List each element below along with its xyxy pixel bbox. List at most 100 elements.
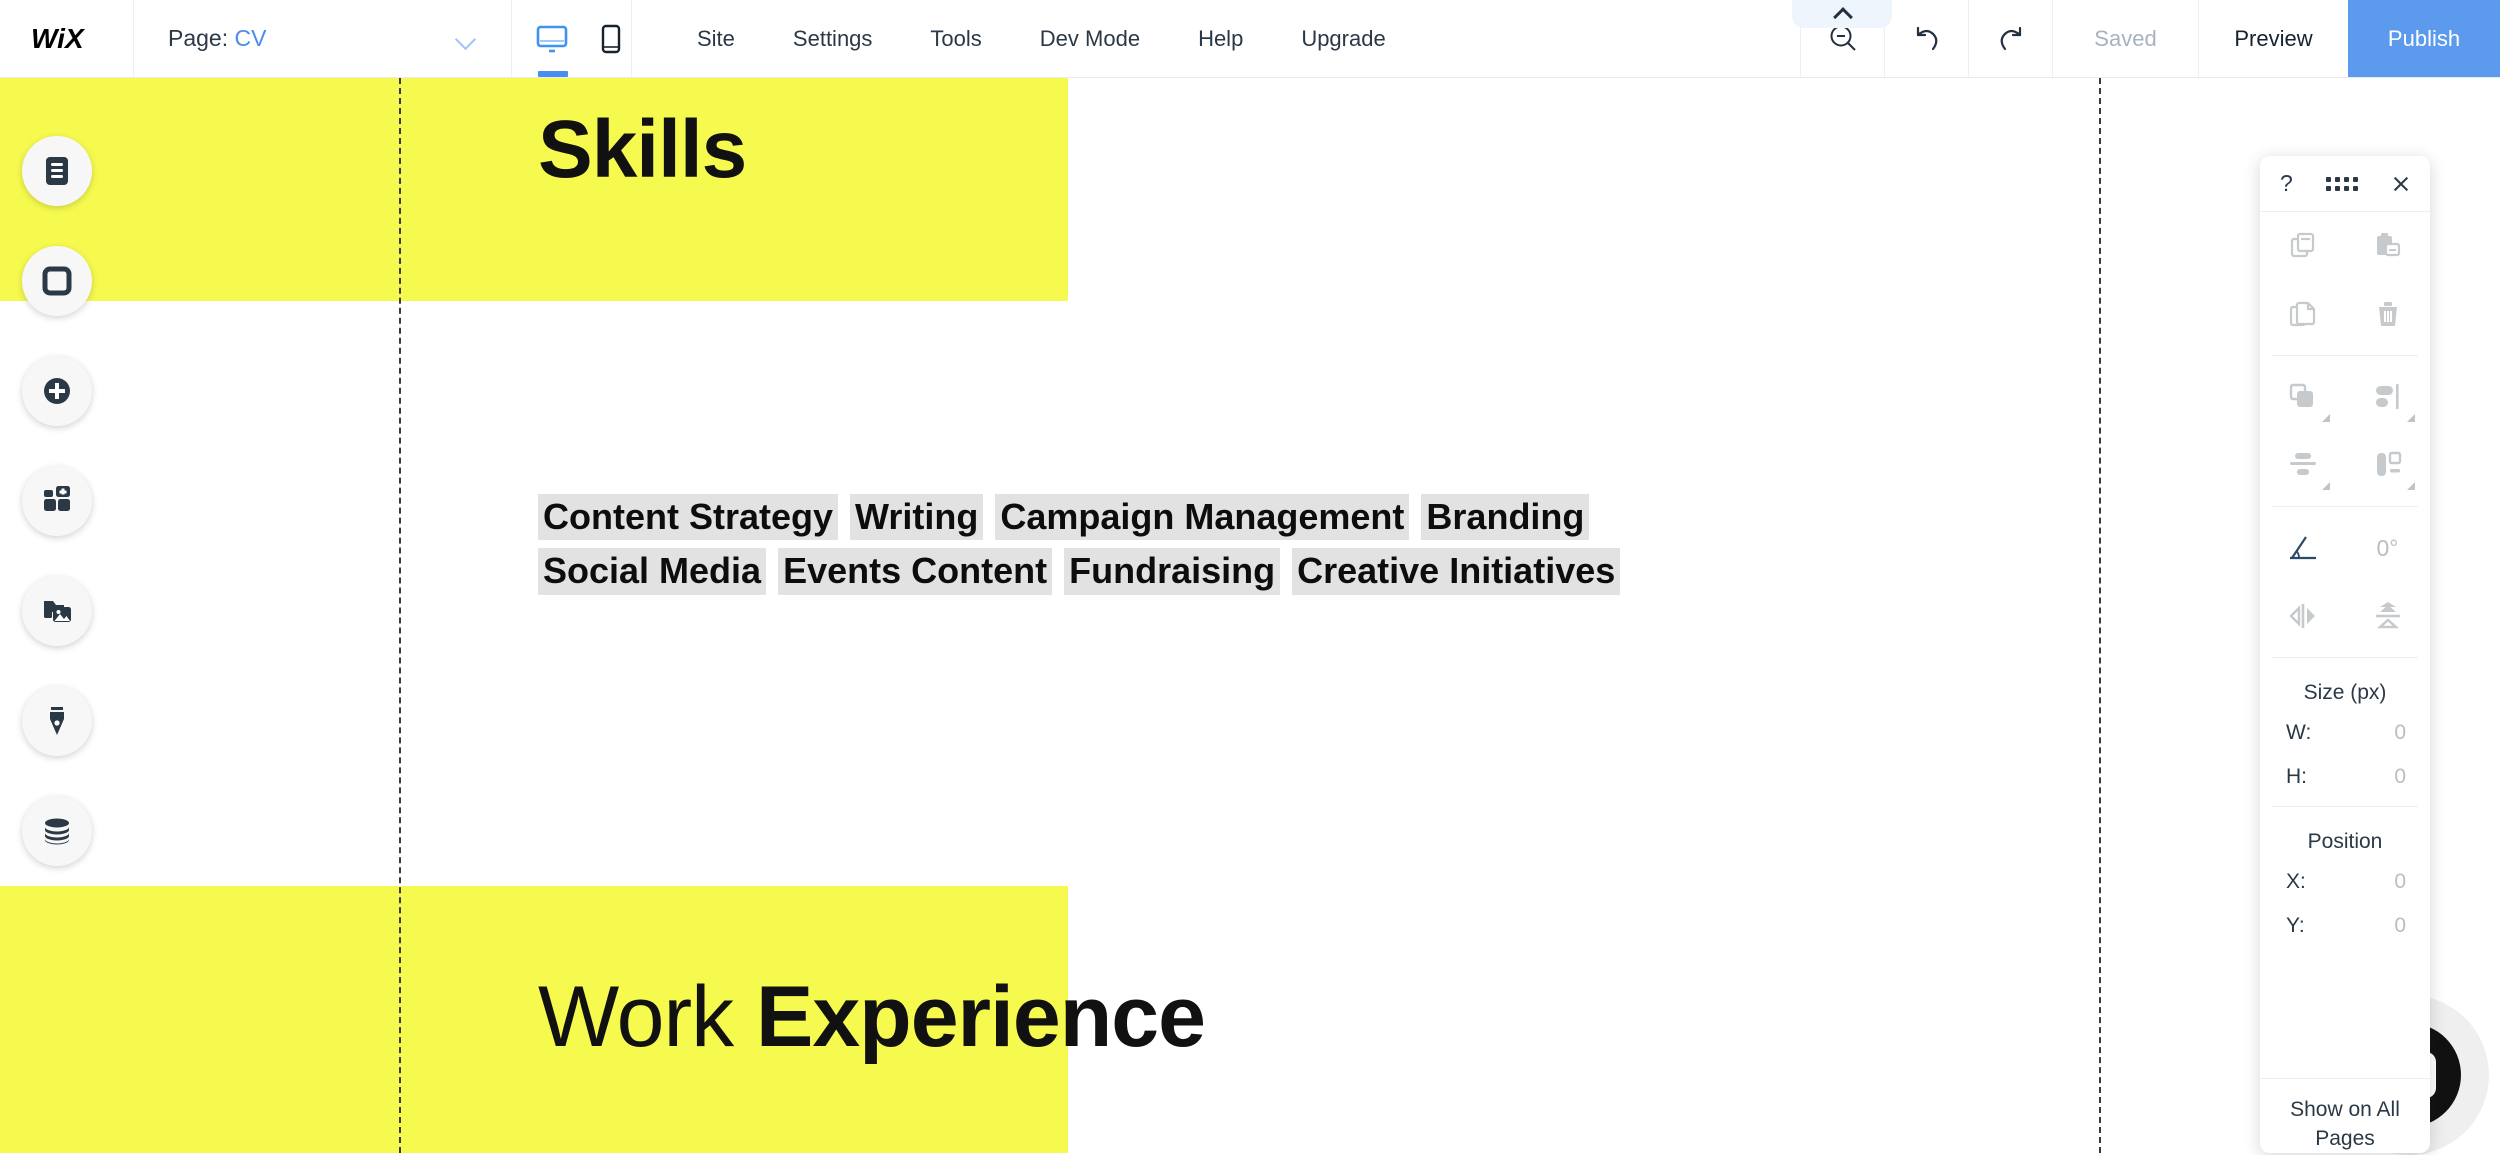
add-apps-icon xyxy=(44,486,70,511)
top-bar: WiX Page: CV Site Settings Tools Dev Mod… xyxy=(0,0,2500,78)
duplicate-button[interactable] xyxy=(2260,280,2345,348)
menu-item-site[interactable]: Site xyxy=(668,26,764,52)
redo-button[interactable] xyxy=(1968,0,2052,77)
top-bar-actions: Saved Preview Publish xyxy=(1800,0,2500,77)
close-icon[interactable] xyxy=(2392,175,2410,193)
sidebar-item-background[interactable] xyxy=(22,246,92,316)
flip-horizontal-icon xyxy=(2288,604,2315,628)
position-y-value: 0 xyxy=(2394,914,2406,937)
size-section-title: Size (px) xyxy=(2303,681,2387,704)
sidebar-item-add-apps[interactable] xyxy=(22,466,92,536)
left-toolbar xyxy=(22,136,92,866)
skill-tag[interactable]: Fundraising xyxy=(1064,548,1281,595)
drag-handle-icon[interactable] xyxy=(2326,176,2359,191)
panel-transform-actions: 0° xyxy=(2260,514,2430,650)
skill-tag[interactable]: Content Strategy xyxy=(538,494,839,541)
skill-tag[interactable]: Social Media xyxy=(538,548,767,595)
panel-arrange-actions xyxy=(2260,363,2430,499)
preview-button[interactable]: Preview xyxy=(2198,0,2348,77)
mobile-view-button[interactable] xyxy=(591,16,632,62)
canvas-guide-left xyxy=(399,78,401,1153)
chevron-corner-icon xyxy=(2322,482,2330,490)
menu-item-dev-mode[interactable]: Dev Mode xyxy=(1011,26,1169,52)
panel-clipboard-actions xyxy=(2260,212,2430,348)
menu-item-upgrade[interactable]: Upgrade xyxy=(1272,26,1414,52)
save-status[interactable]: Saved xyxy=(2052,0,2198,77)
chevron-down-icon xyxy=(455,28,477,50)
work-heading-bold: Experience xyxy=(755,969,1206,1065)
panel-divider xyxy=(2272,806,2418,807)
delete-button[interactable] xyxy=(2345,280,2430,348)
sidebar-item-blog[interactable] xyxy=(22,686,92,756)
panel-divider xyxy=(2272,657,2418,658)
publish-button[interactable]: Publish xyxy=(2348,0,2500,77)
mobile-view-icon xyxy=(601,24,620,53)
delete-icon xyxy=(2378,302,2397,326)
chevron-corner-icon xyxy=(2407,482,2415,490)
main-menu: Site Settings Tools Dev Mode Help Upgrad… xyxy=(632,0,1892,77)
position-x-label: X: xyxy=(2286,870,2306,893)
background-icon xyxy=(42,266,72,296)
match-size-icon xyxy=(2376,451,2401,476)
undo-button[interactable] xyxy=(1884,0,1968,77)
skills-tag-list[interactable]: Content Strategy Writing Campaign Manage… xyxy=(538,494,1838,603)
wix-logo[interactable]: WiX xyxy=(0,0,134,77)
skill-tag[interactable]: Writing xyxy=(850,494,984,541)
panel-divider xyxy=(2272,355,2418,356)
blog-icon xyxy=(50,707,64,735)
size-height-field[interactable]: H: 0 xyxy=(2260,755,2430,799)
copy-button[interactable] xyxy=(2260,212,2345,280)
copy-icon xyxy=(2290,232,2314,258)
page-selector[interactable]: Page: CV xyxy=(134,0,512,77)
sidebar-item-add-elements[interactable] xyxy=(22,356,92,426)
menus-and-pages-icon xyxy=(46,157,68,185)
flip-vertical-button[interactable] xyxy=(2345,582,2430,650)
arrange-button[interactable] xyxy=(2260,363,2345,431)
desktop-view-icon xyxy=(536,25,568,52)
collapse-toolbar-tab[interactable] xyxy=(1792,0,1892,28)
skills-tag-row: Content Strategy Writing Campaign Manage… xyxy=(538,494,1838,541)
work-experience-heading[interactable]: Work Experience xyxy=(538,968,1206,1067)
menu-item-settings[interactable]: Settings xyxy=(764,26,902,52)
help-icon[interactable]: ? xyxy=(2280,170,2293,197)
page-label: Page: xyxy=(168,25,229,51)
editor-canvas[interactable]: Skills Content Strategy Writing Campaign… xyxy=(0,78,2500,1153)
sidebar-item-content-manager[interactable] xyxy=(22,796,92,866)
flip-horizontal-button[interactable] xyxy=(2260,582,2345,650)
desktop-view-button[interactable] xyxy=(532,16,573,77)
distribute-button[interactable] xyxy=(2260,431,2345,499)
menu-item-help[interactable]: Help xyxy=(1169,26,1272,52)
rotation-value[interactable]: 0° xyxy=(2345,514,2430,582)
rotation-button[interactable] xyxy=(2260,514,2345,582)
chevron-up-icon xyxy=(1833,4,1851,22)
media-icon xyxy=(44,601,71,622)
sidebar-item-menus-and-pages[interactable] xyxy=(22,136,92,206)
position-section-title: Position xyxy=(2307,830,2383,853)
skills-section-background xyxy=(0,78,1068,301)
paste-button[interactable] xyxy=(2345,212,2430,280)
skill-tag[interactable]: Branding xyxy=(1421,494,1590,541)
panel-divider xyxy=(2272,506,2418,507)
panel-header: ? xyxy=(2260,156,2430,212)
menu-item-tools[interactable]: Tools xyxy=(901,26,1010,52)
match-size-button[interactable] xyxy=(2345,431,2430,499)
skill-tag[interactable]: Events Content xyxy=(778,548,1053,595)
size-width-field[interactable]: W: 0 xyxy=(2260,711,2430,755)
size-height-value: 0 xyxy=(2394,765,2406,788)
skill-tag[interactable]: Creative Initiatives xyxy=(1292,548,1621,595)
size-height-label: H: xyxy=(2286,765,2307,788)
work-heading-light: Work xyxy=(538,969,756,1065)
skill-tag[interactable]: Campaign Management xyxy=(995,494,1410,541)
chevron-corner-icon xyxy=(2322,414,2330,422)
skills-heading[interactable]: Skills xyxy=(538,103,747,197)
align-button[interactable] xyxy=(2345,363,2430,431)
show-on-all-pages-button[interactable]: Show on All Pages xyxy=(2260,1078,2430,1153)
sidebar-item-media[interactable] xyxy=(22,576,92,646)
position-y-field[interactable]: Y: 0 xyxy=(2260,904,2430,948)
element-toolbar-panel: ? 0° Size (px) W: 0 H: 0 Position X: 0 Y… xyxy=(2260,156,2430,1153)
page-name: CV xyxy=(234,25,267,51)
canvas-guide-right xyxy=(2099,78,2101,1153)
size-width-label: W: xyxy=(2286,721,2312,744)
position-x-field[interactable]: X: 0 xyxy=(2260,860,2430,904)
undo-icon xyxy=(1916,26,1937,50)
